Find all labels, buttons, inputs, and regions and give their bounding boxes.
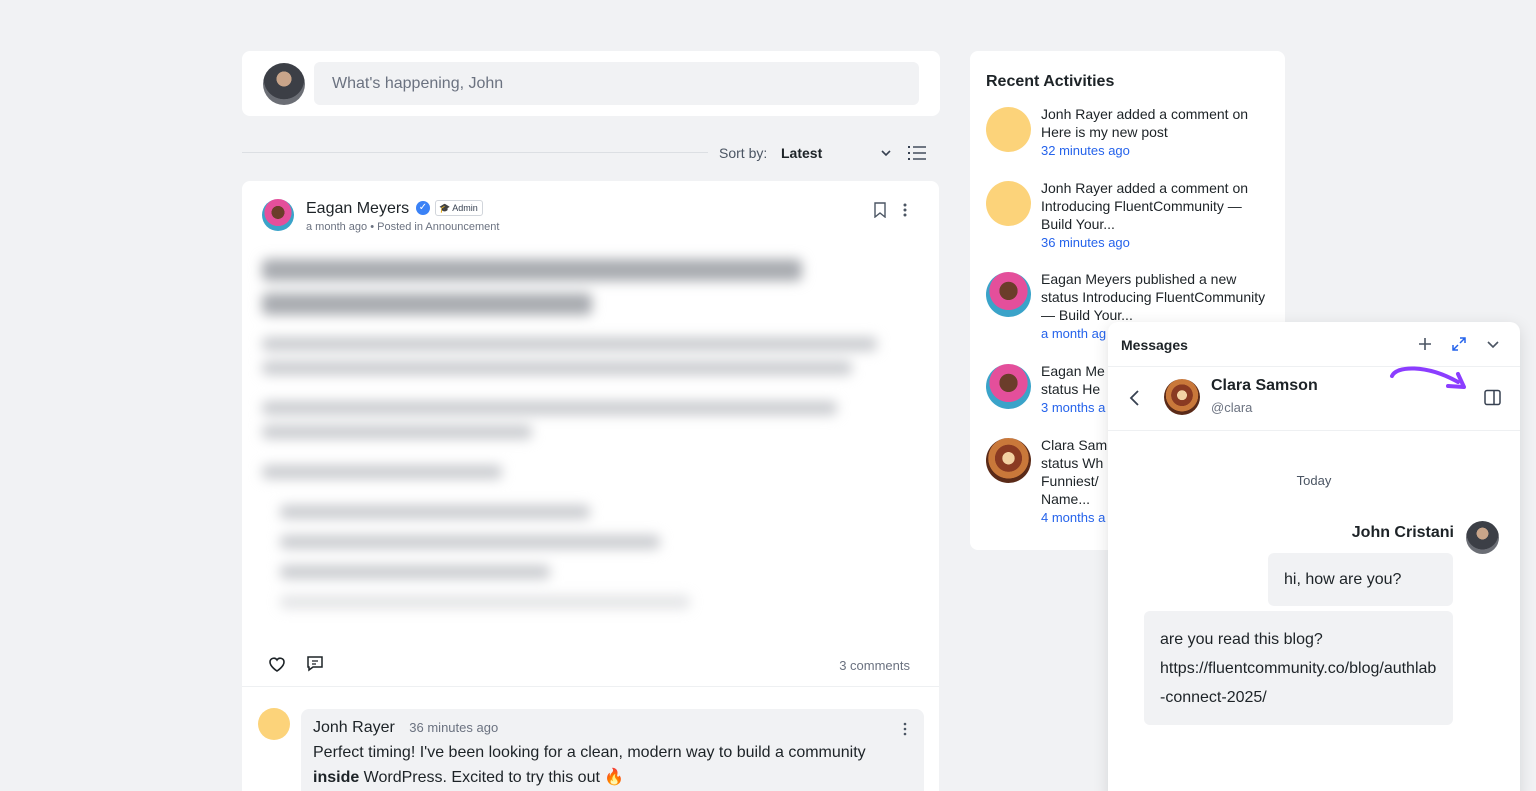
activity-avatar bbox=[986, 438, 1031, 483]
blurred-title-line bbox=[262, 293, 592, 315]
recent-activities-title: Recent Activities bbox=[986, 73, 1115, 90]
blurred-text-line bbox=[262, 425, 532, 439]
pointer-arrow-icon bbox=[1390, 366, 1466, 389]
post-author-name[interactable]: Eagan Meyers bbox=[306, 200, 409, 218]
activity-avatar bbox=[986, 181, 1031, 226]
blurred-list-line bbox=[280, 505, 590, 519]
blurred-list-line bbox=[280, 565, 550, 579]
heart-icon[interactable] bbox=[267, 654, 287, 674]
sender-avatar[interactable] bbox=[1466, 521, 1499, 554]
message-sender-name: John Cristani bbox=[1351, 524, 1454, 541]
more-vertical-icon[interactable] bbox=[900, 201, 910, 219]
user-avatar[interactable] bbox=[263, 63, 305, 105]
post-actions: 3 comments bbox=[242, 647, 939, 687]
expand-icon[interactable] bbox=[1451, 336, 1467, 352]
message-bubble: hi, how are you? bbox=[1268, 553, 1453, 606]
comment-text-end: WordPress. Excited to try this out 🔥 bbox=[359, 769, 625, 786]
blurred-text-line bbox=[262, 337, 877, 351]
sort-divider bbox=[242, 152, 708, 153]
sort-label: Sort by: bbox=[719, 145, 768, 161]
activity-text: Jonh Rayer added a comment on Introducin… bbox=[1041, 180, 1249, 232]
message-text: are you read this blog? bbox=[1160, 631, 1323, 648]
post-composer: What's happening, John bbox=[242, 51, 940, 116]
bookmark-icon[interactable] bbox=[873, 202, 887, 218]
activity-text: Eagan Me status He bbox=[1041, 363, 1105, 397]
comment-text-start: Perfect timing! I've been looking for a … bbox=[313, 744, 866, 761]
chevron-down-icon[interactable] bbox=[1485, 336, 1501, 352]
contact-name[interactable]: Clara Samson bbox=[1211, 377, 1318, 395]
back-arrow-icon[interactable] bbox=[1128, 388, 1142, 408]
side-panel-icon[interactable] bbox=[1484, 389, 1501, 406]
activity-avatar bbox=[986, 107, 1031, 152]
contact-handle: @clara bbox=[1211, 400, 1253, 415]
feed-post: Eagan Meyers ✓ 🎓 Admin a month ago • Pos… bbox=[242, 181, 939, 791]
messages-panel: Messages Clara Samson @clara Today John … bbox=[1108, 322, 1520, 791]
comment-text: Perfect timing! I've been looking for a … bbox=[313, 740, 913, 790]
message-link[interactable]: https://fluentcommunity.co/blog/authlab-… bbox=[1160, 654, 1437, 712]
divider bbox=[1108, 430, 1520, 431]
composer-input[interactable]: What's happening, John bbox=[314, 62, 919, 105]
blurred-list-line bbox=[280, 595, 690, 609]
blurred-text-line bbox=[262, 465, 502, 479]
activity-text: Eagan Meyers published a new status Intr… bbox=[1041, 271, 1266, 323]
comment-time: 36 minutes ago bbox=[409, 720, 499, 735]
more-vertical-icon[interactable] bbox=[902, 721, 908, 737]
blurred-list-line bbox=[280, 535, 660, 549]
activity-time: 3 months a bbox=[1041, 400, 1106, 415]
activity-time: 36 minutes ago bbox=[1041, 235, 1130, 250]
comment-bubble: Jonh Rayer 36 minutes ago Perfect timing… bbox=[301, 709, 924, 791]
post-meta: a month ago • Posted in Announcement bbox=[306, 221, 500, 233]
message-bubble: are you read this blog? https://fluentco… bbox=[1144, 611, 1453, 725]
sort-select[interactable]: Latest bbox=[781, 145, 822, 161]
comment-author-name[interactable]: Jonh Rayer bbox=[313, 719, 395, 736]
comments-count[interactable]: 3 comments bbox=[839, 658, 910, 673]
contact-avatar[interactable] bbox=[1164, 379, 1200, 415]
messages-title: Messages bbox=[1121, 337, 1188, 353]
verified-icon: ✓ bbox=[416, 201, 430, 215]
comment-text-bold: inside bbox=[313, 769, 360, 786]
chevron-down-icon[interactable] bbox=[879, 146, 893, 160]
comment-icon[interactable] bbox=[305, 654, 325, 674]
list-view-icon[interactable] bbox=[908, 145, 926, 161]
activity-text: Clara Sam status Wh Funniest/ Name... bbox=[1041, 437, 1108, 507]
admin-badge: 🎓 Admin bbox=[435, 200, 483, 216]
blurred-text-line bbox=[262, 361, 852, 375]
activity-avatar bbox=[986, 364, 1031, 409]
activity-time: 4 months a bbox=[1041, 510, 1106, 525]
post-content-blurred bbox=[260, 251, 900, 631]
activity-time: a month ag bbox=[1041, 326, 1107, 341]
blurred-title-line bbox=[262, 259, 802, 281]
admin-badge-label: Admin bbox=[452, 203, 478, 213]
post-author-avatar[interactable] bbox=[262, 199, 294, 231]
plus-icon[interactable] bbox=[1417, 336, 1433, 352]
activity-avatar bbox=[986, 272, 1031, 317]
comment-author-avatar[interactable] bbox=[258, 708, 290, 740]
day-separator: Today bbox=[1296, 473, 1332, 488]
activity-time: 32 minutes ago bbox=[1041, 143, 1130, 158]
activity-text: Jonh Rayer added a comment on Here is my… bbox=[1041, 106, 1249, 140]
blurred-text-line bbox=[262, 401, 837, 415]
